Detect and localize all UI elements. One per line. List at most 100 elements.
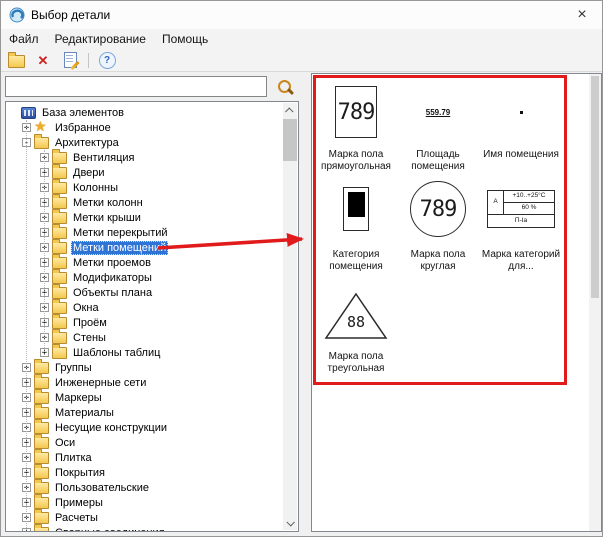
search-button[interactable] [278, 80, 296, 96]
tree-item-icon [52, 152, 67, 164]
tree-item-icon [52, 302, 67, 314]
tree-item-icon [52, 317, 67, 329]
tree-item[interactable]: База элементов [6, 105, 298, 120]
tree-item[interactable]: + Метки помещений [6, 240, 298, 255]
tree-item-label: Избранное [53, 121, 113, 135]
open-folder-button[interactable] [7, 51, 25, 69]
search-input[interactable] [5, 76, 267, 97]
dialog-window: Выбор детали × Файл Редактирование Помощ… [0, 0, 603, 537]
detail-item-label: Площадь помещения [398, 149, 478, 173]
detail-item-label: Марка пола прямоугольная [316, 149, 396, 173]
tree-item-label: Стены [71, 331, 108, 345]
tree-item[interactable]: + Вентиляция [6, 150, 298, 165]
detail-item[interactable]: А +10..+25°C 60 % П-Iа Марка категорий д… [479, 173, 563, 273]
tree-item[interactable]: + Избранное [6, 120, 298, 135]
tree-item-icon [52, 332, 67, 344]
detail-item-label: Марка категорий для... [481, 249, 561, 273]
tree-item-icon [52, 287, 67, 299]
tree-item-label: Двери [71, 166, 107, 180]
tree-item[interactable]: + Проём [6, 315, 298, 330]
tree-item-icon [52, 182, 67, 194]
tree-item-label: База элементов [40, 106, 126, 120]
tree-item[interactable]: + Метки проемов [6, 255, 298, 270]
area-value-icon: 559.79 [426, 108, 450, 117]
detail-item-label: Категория помещения [316, 249, 396, 273]
tree-item-label: Материалы [53, 406, 116, 420]
tree-item[interactable]: + Метки крыши [6, 210, 298, 225]
tree-item[interactable]: + Расчеты [6, 510, 298, 525]
edit-button[interactable] [61, 51, 79, 69]
tree-scrollbar-thumb[interactable] [283, 119, 297, 161]
tree-item[interactable]: + Окна [6, 300, 298, 315]
detail-item[interactable]: Категория помещения [315, 173, 397, 273]
detail-item-label: Марка пола круглая [398, 249, 478, 273]
tree-item-icon [34, 362, 49, 374]
tree-item-icon [34, 407, 49, 419]
tree-item[interactable]: + Материалы [6, 405, 298, 420]
tree-item[interactable]: + Модификаторы [6, 270, 298, 285]
tree-item[interactable]: + Маркеры [6, 390, 298, 405]
delete-x-icon: ✕ [38, 54, 49, 67]
open-folder-icon [8, 55, 25, 68]
detail-item-label: Имя помещения [483, 149, 559, 161]
help-button[interactable]: ? [98, 51, 116, 69]
tree-item-label: Пользовательские [53, 481, 151, 495]
tree-item-label: Покрытия [53, 466, 107, 480]
menu-help[interactable]: Помощь [162, 32, 208, 46]
tree-item[interactable]: + Объекты плана [6, 285, 298, 300]
tree-item-icon [34, 437, 49, 449]
tree-item[interactable]: + Примеры [6, 495, 298, 510]
detail-item[interactable]: 559.79 Площадь помещения [397, 79, 479, 173]
panel-scrollbar-thumb[interactable] [591, 76, 599, 298]
scroll-down-icon[interactable] [283, 515, 297, 530]
app-icon [9, 7, 25, 23]
scroll-up-icon[interactable] [283, 103, 297, 118]
tree-guide-line [26, 120, 27, 530]
tree-item[interactable]: + Шаблоны таблиц [6, 345, 298, 360]
tree-item[interactable]: + Группы [6, 360, 298, 375]
tree-item[interactable]: + Двери [6, 165, 298, 180]
tree-item-icon [34, 452, 49, 464]
detail-item[interactable]: 789 Марка пола круглая [397, 173, 479, 273]
menu-edit[interactable]: Редактирование [55, 32, 146, 46]
category-icon [343, 187, 369, 231]
detail-grid: 789 Марка пола прямоугольная 559.79 Площ… [315, 79, 563, 375]
tree-item[interactable]: + Колонны [6, 180, 298, 195]
detail-item[interactable]: 88 Марка пола треугольная [315, 273, 397, 375]
tree-item-label: Окна [71, 301, 101, 315]
tree-item-icon [34, 122, 49, 134]
tree-item-label: Шаблоны таблиц [71, 346, 162, 360]
tree-item-icon [34, 377, 49, 389]
edit-document-icon [64, 52, 77, 68]
tree-item[interactable]: + Несущие конструкции [6, 420, 298, 435]
tree-item[interactable]: + Покрытия [6, 465, 298, 480]
tree-item[interactable]: + Оси [6, 435, 298, 450]
tree-item[interactable]: + Метки колонн [6, 195, 298, 210]
tree-item[interactable]: + Пользовательские [6, 480, 298, 495]
tree-item-icon [52, 197, 67, 209]
tree-item-label: Метки помещений [71, 241, 168, 255]
close-button[interactable]: × [570, 4, 594, 26]
category-table-icon: А +10..+25°C 60 % П-Iа [487, 190, 555, 228]
tree-item-label: Проём [71, 316, 109, 330]
tree-item[interactable]: + Метки перекрытий [6, 225, 298, 240]
tree-item-icon [34, 497, 49, 509]
tree-item-label: Метки проемов [71, 256, 153, 270]
menu-file[interactable]: Файл [9, 32, 39, 46]
tree-item[interactable]: + Сварные соединения [6, 525, 298, 532]
tree-item[interactable]: + Инженерные сети [6, 375, 298, 390]
title-bar: Выбор детали × [1, 1, 602, 29]
panel-scrollbar[interactable] [589, 74, 601, 531]
detail-item[interactable]: Имя помещения [479, 79, 563, 173]
tree-item-label: Маркеры [53, 391, 104, 405]
tree-item[interactable]: - Архитектура [6, 135, 298, 150]
element-tree[interactable]: База элементов + Избранное - Архитектура… [5, 101, 299, 532]
delete-button[interactable]: ✕ [34, 51, 52, 69]
tree-guide-line [44, 150, 45, 352]
detail-item[interactable]: 789 Марка пола прямоугольная [315, 79, 397, 173]
tree-scrollbar[interactable] [283, 103, 297, 530]
tree-item-icon [34, 482, 49, 494]
tree-item[interactable]: + Стены [6, 330, 298, 345]
tree-item-icon [34, 137, 49, 149]
tree-item[interactable]: + Плитка [6, 450, 298, 465]
